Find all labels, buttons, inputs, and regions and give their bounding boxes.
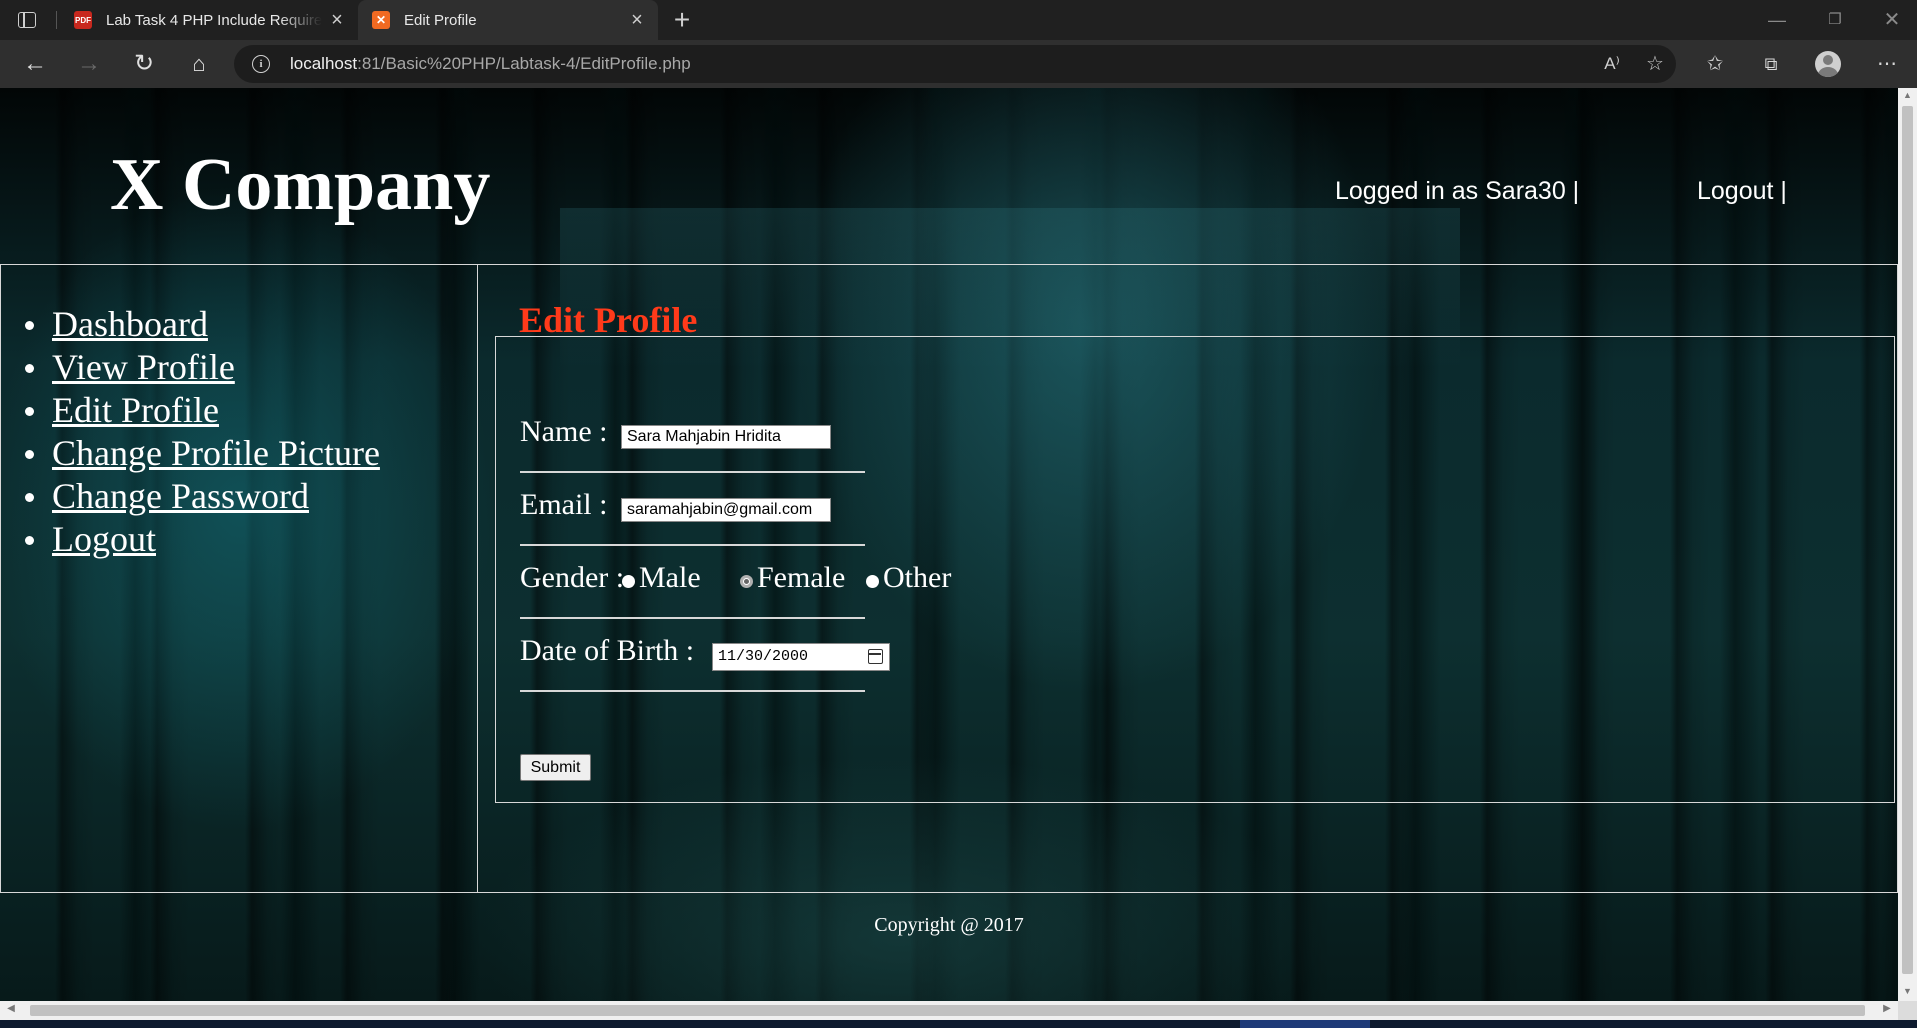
home-icon[interactable]: ⌂ bbox=[183, 48, 215, 80]
name-field[interactable] bbox=[621, 425, 831, 449]
favorites-icon[interactable]: ✩ bbox=[1699, 48, 1731, 80]
sidebar: Dashboard View Profile Edit Profile Chan… bbox=[1, 265, 478, 892]
tab-title: Edit Profile bbox=[404, 11, 477, 29]
close-icon[interactable]: × bbox=[322, 9, 352, 32]
view-profile-link[interactable]: View Profile bbox=[52, 347, 235, 387]
sidebar-item-view-profile: View Profile bbox=[23, 346, 380, 389]
profile-avatar-icon[interactable] bbox=[1815, 51, 1841, 77]
scroll-left-icon[interactable]: ◀ bbox=[2, 1003, 20, 1014]
sidebar-item-dashboard: Dashboard bbox=[23, 303, 380, 346]
name-label: Name : bbox=[520, 415, 608, 448]
site-title: X Company bbox=[110, 144, 491, 226]
restore-icon[interactable]: ❐ bbox=[1815, 6, 1855, 34]
new-tab-button[interactable]: + bbox=[668, 4, 696, 36]
logout-link[interactable]: Logout bbox=[52, 519, 156, 559]
taskbar-edge bbox=[0, 1020, 1917, 1028]
main-content: Edit Profile Name : Email : Gender : Mal… bbox=[478, 265, 1897, 892]
tab-actions-icon[interactable] bbox=[16, 9, 38, 31]
email-label: Email : bbox=[520, 488, 608, 521]
layout-table: Dashboard View Profile Edit Profile Chan… bbox=[0, 264, 1898, 893]
divider bbox=[520, 471, 865, 473]
sidebar-item-logout: Logout bbox=[23, 518, 380, 561]
browser-tab-lab-task[interactable]: PDF Lab Task 4 PHP Include Require w × bbox=[60, 0, 358, 40]
add-favorite-icon[interactable]: ☆ bbox=[1639, 48, 1671, 80]
sidebar-item-change-password: Change Password bbox=[23, 475, 380, 518]
collections-icon[interactable]: ⧉ bbox=[1755, 48, 1787, 80]
header-logout-link[interactable]: Logout | bbox=[1697, 177, 1787, 206]
dob-value: 11/30/2000 bbox=[718, 648, 809, 665]
minimize-icon[interactable]: — bbox=[1757, 6, 1797, 34]
page-viewport: X Company Logged in as Sara30 | Logout |… bbox=[0, 88, 1898, 1001]
tab-separator bbox=[56, 11, 57, 29]
scrollbar-corner bbox=[1898, 1001, 1917, 1020]
gender-male-radio[interactable] bbox=[622, 575, 635, 588]
forward-icon[interactable]: → bbox=[73, 48, 105, 80]
browser-toolbar: ← → ↻ ⌂ i localhost:81/Basic%20PHP/Labta… bbox=[0, 40, 1917, 88]
xampp-icon: ✕ bbox=[372, 11, 390, 29]
email-field[interactable] bbox=[621, 498, 831, 522]
url-text[interactable]: localhost:81/Basic%20PHP/Labtask-4/EditP… bbox=[290, 45, 691, 83]
gender-other-label: Other bbox=[883, 561, 952, 594]
calendar-icon[interactable] bbox=[868, 649, 883, 664]
scroll-down-icon[interactable]: ▼ bbox=[1898, 986, 1917, 996]
form-legend: Edit Profile bbox=[519, 300, 698, 340]
sidebar-item-edit-profile: Edit Profile bbox=[23, 389, 380, 432]
scroll-right-icon[interactable]: ▶ bbox=[1878, 1003, 1896, 1014]
browser-tab-strip: PDF Lab Task 4 PHP Include Require w × ✕… bbox=[0, 0, 1917, 40]
browser-tab-edit-profile[interactable]: ✕ Edit Profile × bbox=[358, 0, 658, 40]
horizontal-scroll-thumb[interactable] bbox=[30, 1005, 1865, 1016]
change-password-link[interactable]: Change Password bbox=[52, 476, 309, 516]
dob-label: Date of Birth : bbox=[520, 634, 695, 667]
edit-profile-link[interactable]: Edit Profile bbox=[52, 390, 219, 430]
edit-profile-fieldset: Edit Profile Name : Email : Gender : Mal… bbox=[495, 300, 1895, 803]
footer-copyright: Copyright @ 2017 bbox=[874, 914, 1024, 936]
tab-title: Lab Task 4 PHP Include Require w bbox=[106, 11, 322, 29]
window-close-icon[interactable]: ✕ bbox=[1872, 6, 1912, 34]
divider bbox=[520, 617, 865, 619]
dob-date-input[interactable]: 11/30/2000 bbox=[712, 643, 890, 671]
close-icon[interactable]: × bbox=[622, 9, 652, 32]
more-icon[interactable]: ⋯ bbox=[1871, 48, 1903, 80]
dashboard-link[interactable]: Dashboard bbox=[52, 304, 208, 344]
gender-other-radio[interactable] bbox=[866, 575, 879, 588]
submit-button[interactable]: Submit bbox=[520, 754, 591, 781]
divider bbox=[520, 544, 865, 546]
gender-female-radio[interactable] bbox=[740, 575, 753, 588]
change-profile-picture-link[interactable]: Change Profile Picture bbox=[52, 433, 380, 473]
vertical-scrollbar[interactable]: ▲ ▼ bbox=[1898, 88, 1917, 1001]
back-icon[interactable]: ← bbox=[19, 48, 51, 80]
vertical-scroll-thumb[interactable] bbox=[1902, 106, 1913, 974]
horizontal-scrollbar[interactable]: ◀ ▶ bbox=[0, 1001, 1898, 1020]
sidebar-item-change-picture: Change Profile Picture bbox=[23, 432, 380, 475]
pdf-icon: PDF bbox=[74, 11, 92, 29]
gender-female-label: Female bbox=[757, 561, 846, 594]
gender-label: Gender : bbox=[520, 561, 625, 594]
logged-in-text: Logged in as Sara30 | bbox=[1335, 177, 1580, 205]
read-aloud-icon[interactable]: A⁾ bbox=[1596, 48, 1628, 80]
info-icon[interactable]: i bbox=[252, 55, 270, 73]
sidebar-menu: Dashboard View Profile Edit Profile Chan… bbox=[23, 303, 380, 561]
gender-male-label: Male bbox=[639, 561, 701, 594]
divider bbox=[520, 690, 865, 692]
address-bar[interactable]: i localhost:81/Basic%20PHP/Labtask-4/Edi… bbox=[234, 45, 1676, 83]
refresh-icon[interactable]: ↻ bbox=[128, 48, 160, 80]
scroll-up-icon[interactable]: ▲ bbox=[1898, 90, 1917, 100]
